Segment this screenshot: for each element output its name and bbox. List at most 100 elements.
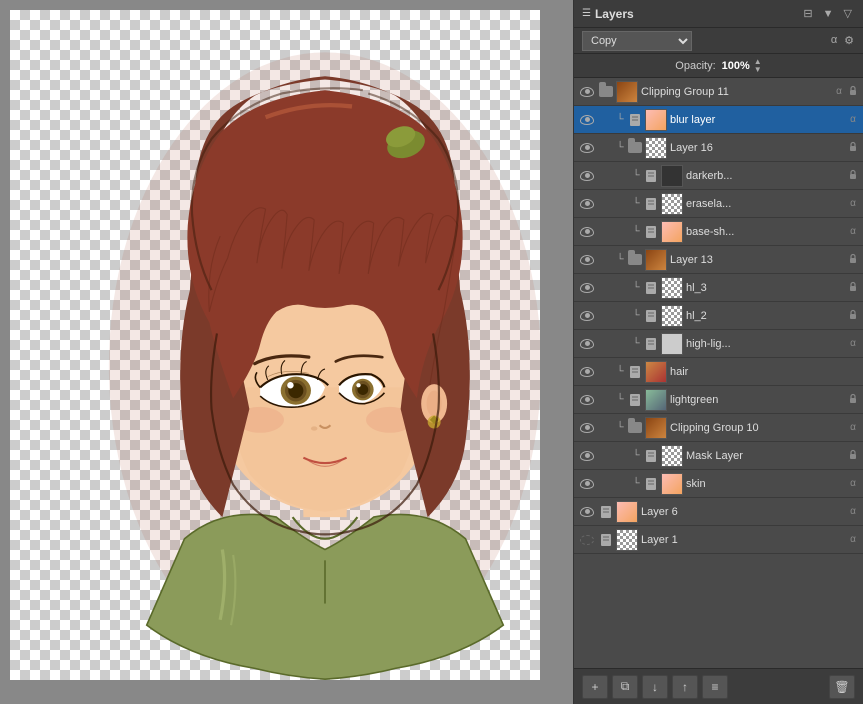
lock-icon	[847, 85, 859, 99]
layer-suffix-icons: α	[847, 506, 859, 517]
layer-settings-button[interactable]: ≡	[702, 675, 728, 699]
layer-visibility-toggle[interactable]	[578, 83, 596, 101]
layer-item[interactable]: └darkerb...	[574, 162, 863, 190]
layer-visibility-toggle[interactable]	[578, 251, 596, 269]
layer-suffix-icons	[847, 449, 859, 463]
layer-type-icon	[627, 392, 643, 408]
canvas-wrapper	[10, 10, 540, 680]
layer-link-icon: └	[614, 422, 626, 434]
lock-icon	[847, 169, 859, 183]
layer-suffix-icons	[847, 281, 859, 295]
layer-item[interactable]: Layer 6α	[574, 498, 863, 526]
layer-link-icon: └	[630, 450, 642, 462]
alpha-icon: α	[847, 506, 859, 517]
panel-collapse-button[interactable]: ⊟	[800, 6, 815, 21]
alpha-icon: α	[847, 534, 859, 545]
layer-type-icon	[643, 336, 659, 352]
layer-type-icon	[598, 532, 614, 548]
layer-name-label: Layer 16	[670, 142, 847, 154]
layer-suffix-icons: α	[847, 478, 859, 489]
layer-visibility-toggle[interactable]	[578, 195, 596, 213]
layer-name-label: Mask Layer	[686, 450, 847, 462]
layer-item[interactable]: └ hl_3	[574, 274, 863, 302]
layer-link-icon: └	[630, 338, 642, 350]
layer-name-label: blur layer	[670, 114, 847, 126]
layer-item[interactable]: └hair	[574, 358, 863, 386]
layer-visibility-toggle[interactable]	[578, 111, 596, 129]
layer-item[interactable]: └hl_2	[574, 302, 863, 330]
artwork-canvas	[60, 20, 540, 680]
layer-name-label: Clipping Group 10	[670, 422, 847, 434]
layer-visibility-toggle[interactable]	[578, 223, 596, 241]
layers-toolbar: + ⧉ ↓ ↑ ≡ 🗑	[574, 668, 863, 704]
opacity-down-arrow[interactable]: ▼	[754, 66, 762, 74]
layer-thumbnail	[645, 109, 667, 131]
layer-visibility-toggle[interactable]	[578, 531, 596, 549]
layers-panel-icon: ☰	[582, 8, 591, 19]
layer-item[interactable]: └erasela...α	[574, 190, 863, 218]
layer-visibility-toggle[interactable]	[578, 391, 596, 409]
panel-title-row: ☰ Layers	[582, 7, 634, 21]
layer-item[interactable]: └Clipping Group 10α	[574, 414, 863, 442]
layer-link-icon: └	[630, 478, 642, 490]
layer-visibility-toggle[interactable]	[578, 475, 596, 493]
layer-thumbnail	[616, 529, 638, 551]
layer-link-icon: └	[630, 226, 642, 238]
move-up-button[interactable]: ↑	[672, 675, 698, 699]
layer-visibility-toggle[interactable]	[578, 335, 596, 353]
copy-layer-button[interactable]: ⧉	[612, 675, 638, 699]
layer-item[interactable]: └ Mask Layer	[574, 442, 863, 470]
layer-thumbnail	[645, 417, 667, 439]
layer-link-icon: └	[614, 254, 626, 266]
layer-visibility-toggle[interactable]	[578, 363, 596, 381]
layer-name-label: hl_3	[686, 282, 847, 294]
layer-thumbnail	[661, 193, 683, 215]
layer-type-icon	[643, 224, 659, 240]
layer-folder-icon	[627, 252, 643, 268]
layer-link-icon: └	[614, 366, 626, 378]
layer-visibility-toggle[interactable]	[578, 419, 596, 437]
lock-icon	[847, 449, 859, 463]
layer-thumbnail	[661, 473, 683, 495]
layer-item[interactable]: └Layer 16	[574, 134, 863, 162]
layer-item[interactable]: Layer 1α	[574, 526, 863, 554]
layer-type-icon	[627, 364, 643, 380]
layer-name-label: lightgreen	[670, 394, 847, 406]
panel-menu-button[interactable]: ▼	[820, 7, 837, 21]
layer-link-icon: └	[614, 394, 626, 406]
layer-visibility-toggle[interactable]	[578, 503, 596, 521]
layer-visibility-toggle[interactable]	[578, 139, 596, 157]
layer-item[interactable]: └Layer 13	[574, 246, 863, 274]
layer-visibility-toggle[interactable]	[578, 279, 596, 297]
layer-suffix-icons	[847, 309, 859, 323]
layer-type-icon	[643, 280, 659, 296]
blend-mode-dropdown[interactable]: Copy	[582, 31, 692, 51]
layer-item[interactable]: └base-sh...α	[574, 218, 863, 246]
layer-item[interactable]: └ lightgreen	[574, 386, 863, 414]
opacity-label: Opacity:	[675, 60, 715, 72]
panel-header-icons: ⊟ ▼ ▽	[800, 6, 855, 21]
layer-item[interactable]: └blur layerα	[574, 106, 863, 134]
add-layer-button[interactable]: +	[582, 675, 608, 699]
delete-layer-button[interactable]: 🗑	[829, 675, 855, 699]
panel-filter-button[interactable]: ▽	[841, 6, 855, 21]
layer-visibility-toggle[interactable]	[578, 307, 596, 325]
alpha-icon: α	[833, 86, 845, 97]
layer-visibility-toggle[interactable]	[578, 447, 596, 465]
layer-link-icon: └	[630, 170, 642, 182]
layer-item[interactable]: Clipping Group 11α	[574, 78, 863, 106]
layer-thumbnail	[661, 277, 683, 299]
layer-item[interactable]: └high-lig...α	[574, 330, 863, 358]
layer-suffix-icons: α	[847, 226, 859, 237]
layer-folder-icon	[598, 84, 614, 100]
layer-link-icon: └	[630, 282, 642, 294]
layer-visibility-toggle[interactable]	[578, 167, 596, 185]
move-down-button[interactable]: ↓	[642, 675, 668, 699]
lock-icon	[847, 309, 859, 323]
canvas-area	[0, 0, 573, 704]
layers-list[interactable]: Clipping Group 11α└blur layerα└Layer 16└…	[574, 78, 863, 668]
layer-thumbnail	[616, 501, 638, 523]
layer-type-icon	[643, 168, 659, 184]
layer-item[interactable]: └skinα	[574, 470, 863, 498]
alpha-icon: α	[847, 338, 859, 349]
